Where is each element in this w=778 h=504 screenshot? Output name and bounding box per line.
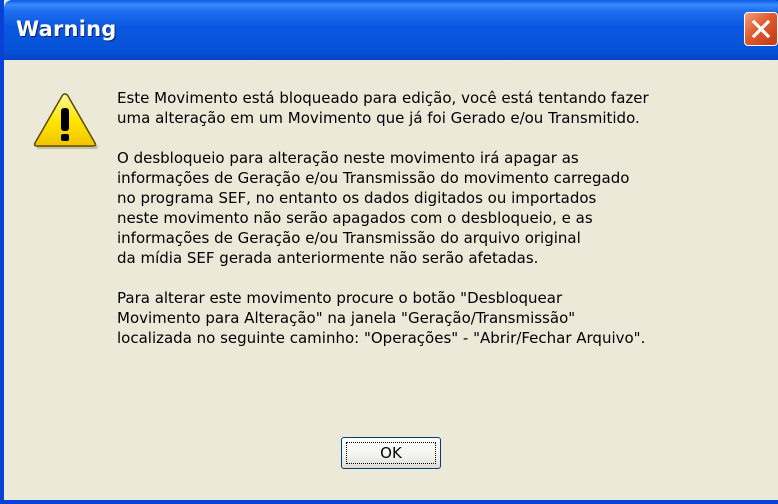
message-line: no programa SEF, no entanto os dados dig… xyxy=(117,189,597,207)
warning-message: Este Movimento está bloqueado para ediçã… xyxy=(117,88,767,368)
ok-button[interactable]: OK xyxy=(341,437,441,469)
message-line: da mídia SEF gerada anteriormente não se… xyxy=(117,249,539,267)
message-line: informações de Geração e/ou Transmissão … xyxy=(117,169,630,187)
warning-dialog: Warning Este Movimento está bloqueado pa… xyxy=(0,0,778,504)
message-paragraph-1: Este Movimento está bloqueado para ediçã… xyxy=(117,88,767,128)
message-line: localizada no seguinte caminho: "Operaçõ… xyxy=(117,329,646,347)
message-paragraph-2: O desbloqueio para alteração neste movim… xyxy=(117,148,767,268)
message-line: Para alterar este movimento procure o bo… xyxy=(117,289,563,307)
close-button[interactable] xyxy=(744,12,778,46)
message-line: Este Movimento está bloqueado para ediçã… xyxy=(117,89,649,107)
message-line: uma alteração em um Movimento que já foi… xyxy=(117,109,640,127)
message-line: informações de Geração e/ou Transmissão … xyxy=(117,229,581,247)
warning-icon xyxy=(32,91,98,155)
message-line: neste movimento não serão apagados com o… xyxy=(117,209,593,227)
close-icon xyxy=(751,19,771,39)
ok-button-label: OK xyxy=(346,442,436,464)
dialog-title: Warning xyxy=(16,17,117,41)
message-paragraph-3: Para alterar este movimento procure o bo… xyxy=(117,288,767,348)
message-line: O desbloqueio para alteração neste movim… xyxy=(117,149,579,167)
dialog-body: Este Movimento está bloqueado para ediçã… xyxy=(8,60,778,500)
message-line: Movimento para Alteração" na janela "Ger… xyxy=(117,309,576,327)
title-bar[interactable]: Warning xyxy=(4,0,778,60)
